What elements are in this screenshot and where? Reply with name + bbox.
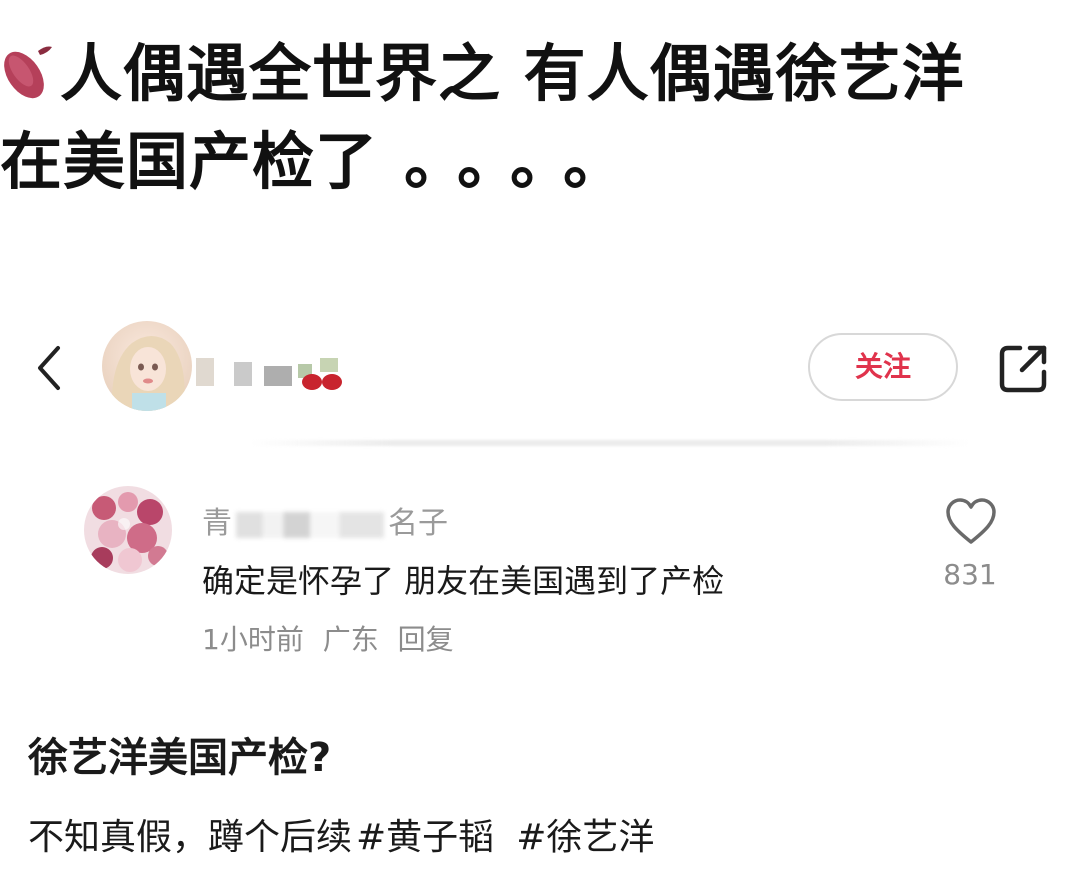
username-blurred	[196, 358, 342, 390]
comment-avatar[interactable]	[84, 486, 172, 574]
comment-meta: 1小时前 广东 回复	[202, 618, 464, 658]
divider	[250, 440, 970, 446]
comment-username-end: 名子	[388, 506, 448, 541]
headline: 人偶遇全世界之 有人偶遇徐艺洋 在美国产检了。。。。	[0, 30, 1080, 206]
headline-dots: 。。。。	[404, 125, 648, 198]
post-body-text: 不知真假，蹲个后续	[28, 817, 353, 858]
hashtag-link[interactable]: #黄子韬	[356, 817, 494, 858]
share-icon[interactable]	[996, 340, 1052, 396]
like-count: 831	[943, 558, 997, 591]
comment-avatar-image	[84, 486, 172, 574]
reply-button[interactable]: 回复	[398, 623, 454, 656]
follow-button[interactable]: 关注	[808, 333, 958, 401]
headline-line-2: 在美国产检了。。。。	[0, 118, 1080, 206]
hashtag-link[interactable]: #徐艺洋	[516, 817, 654, 858]
sweet-potato-icon	[4, 46, 52, 99]
comment-text: 确定是怀孕了 朋友在美国遇到了产检	[202, 562, 725, 600]
comment-username[interactable]: 青 名子	[202, 498, 448, 542]
post-title: 徐艺洋美国产检?	[28, 735, 332, 781]
comment-location: 广东	[322, 623, 379, 656]
comment-time: 1小时前	[202, 623, 304, 656]
headline-line-1: 人偶遇全世界之 有人偶遇徐艺洋	[0, 30, 1080, 118]
username-blur	[236, 511, 384, 538]
comment-username-start: 青	[202, 506, 232, 541]
heart-icon[interactable]	[944, 496, 998, 546]
headline-text-2: 在美国产检了	[0, 125, 379, 198]
chevron-left-icon[interactable]	[30, 340, 70, 396]
headline-text-1: 人偶遇全世界之 有人偶遇徐艺洋	[60, 37, 965, 110]
avatar[interactable]	[102, 321, 192, 411]
post-body: 不知真假，蹲个后续 #黄子韬 #徐艺洋	[28, 808, 654, 860]
avatar-image	[102, 321, 192, 411]
